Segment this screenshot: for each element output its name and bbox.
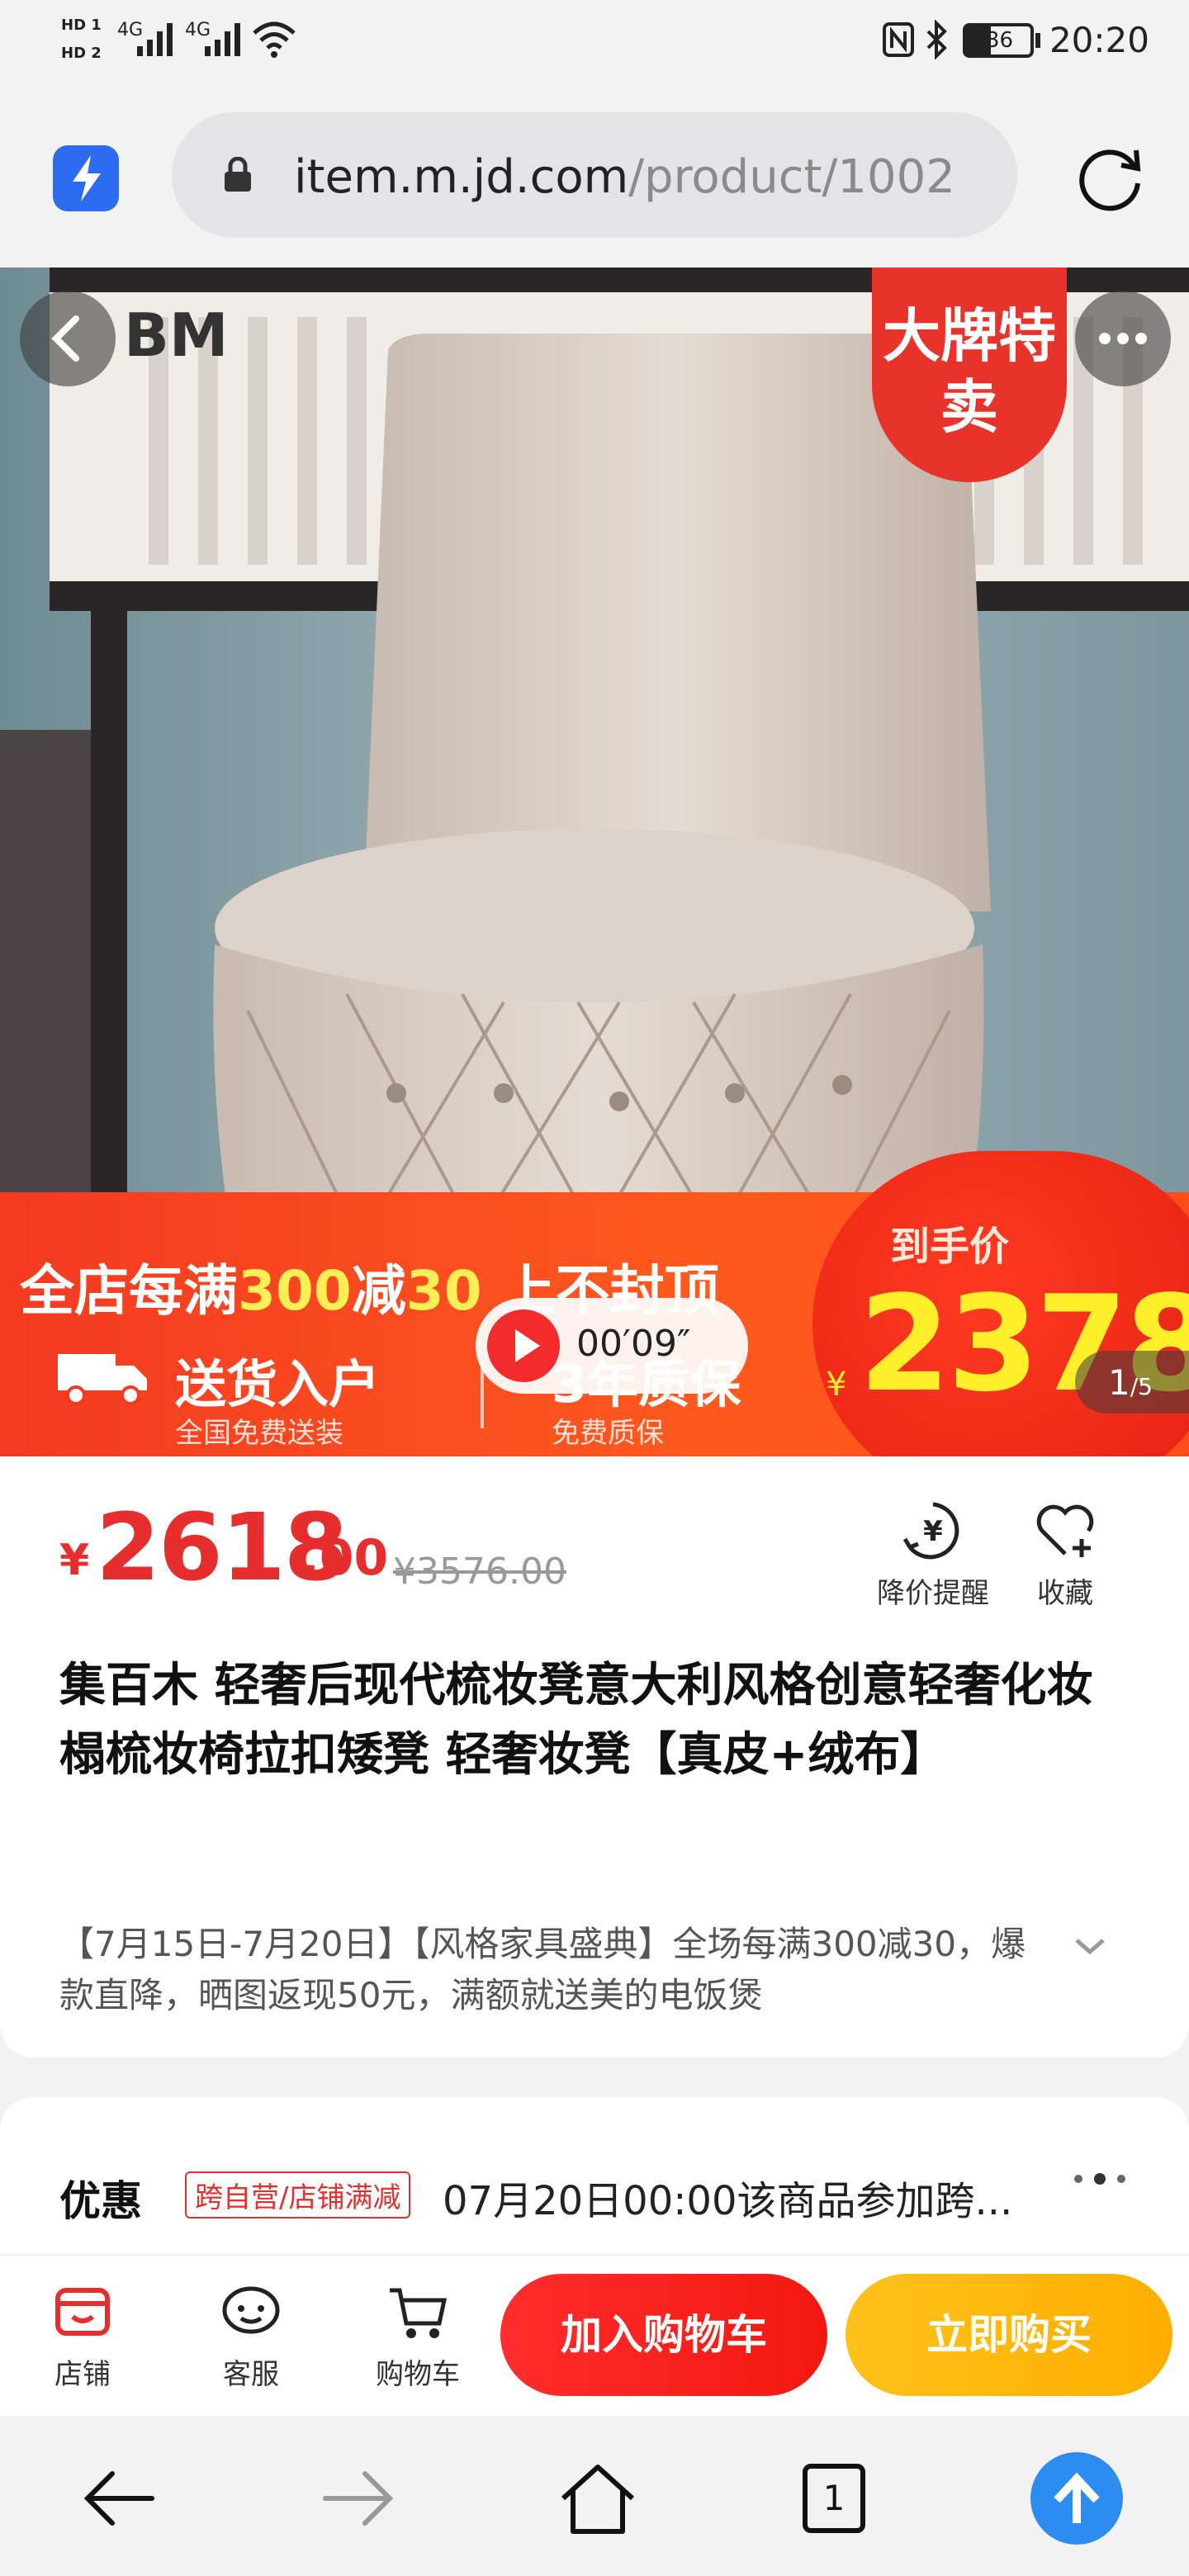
browser-logo-icon[interactable] bbox=[53, 145, 119, 211]
banner-text-b: 300 bbox=[238, 1259, 352, 1323]
final-price-currency: ¥ bbox=[826, 1366, 847, 1404]
product-info-card: ¥ 2618 .00 ¥3576.00 ¥ 降价提醒 收藏 集百木 轻奢后现代梳… bbox=[0, 1456, 1189, 2057]
buy-now-button[interactable]: 立即购买 bbox=[846, 2274, 1172, 2396]
sim2-label: HD 2 bbox=[61, 45, 102, 62]
chevron-down-icon[interactable] bbox=[1072, 1934, 1108, 1958]
tab-count: 1 bbox=[803, 2464, 865, 2533]
warranty-subtitle: 免费质保 bbox=[552, 1417, 664, 1450]
refresh-icon[interactable] bbox=[1070, 137, 1149, 216]
signal-icon bbox=[137, 23, 173, 56]
brand-sale-tag: 大牌特卖 bbox=[872, 268, 1067, 482]
original-price: ¥3576.00 bbox=[393, 1551, 566, 1593]
cart-label: 购物车 bbox=[376, 2358, 460, 2391]
image-page-indicator: 1/5 bbox=[1075, 1351, 1189, 1413]
video-duration: 00′09″ bbox=[576, 1323, 691, 1365]
coupon-badge: 跨自营/店铺满减 bbox=[185, 2171, 411, 2218]
url-host: item.m.jd.com bbox=[294, 150, 629, 204]
coupon-section[interactable]: 优惠 跨自营/店铺满减 07月20日00:00该商品参加跨... bbox=[0, 2097, 1189, 2262]
back-button[interactable] bbox=[20, 291, 116, 386]
shop-icon bbox=[55, 2288, 110, 2336]
bluetooth-icon bbox=[926, 20, 947, 59]
nfc-icon bbox=[883, 22, 914, 57]
chevron-left-icon bbox=[51, 315, 79, 362]
price-alert-label: 降价提醒 bbox=[877, 1577, 989, 1610]
price-alert-button[interactable]: ¥ 降价提醒 bbox=[859, 1499, 1007, 1611]
arrow-up-icon bbox=[1054, 2472, 1100, 2523]
purchase-action-bar: 店铺 客服 购物车 加入购物车 立即购买 bbox=[0, 2254, 1189, 2416]
add-to-cart-button[interactable]: 加入购物车 bbox=[500, 2274, 827, 2396]
url-field[interactable]: item.m.jd.com/product/1002 bbox=[172, 112, 1017, 238]
lock-icon bbox=[225, 157, 251, 192]
video-play-button[interactable]: 00′09″ bbox=[476, 1298, 748, 1394]
price-currency: ¥ bbox=[59, 1536, 90, 1585]
page-current: 1 bbox=[1108, 1362, 1130, 1403]
price-decimal: .00 bbox=[301, 1529, 389, 1587]
more-button[interactable] bbox=[1075, 291, 1171, 386]
menu-button[interactable] bbox=[1030, 2452, 1123, 2545]
browser-address-bar: item.m.jd.com/product/1002 bbox=[0, 83, 1189, 268]
url-text: item.m.jd.com/product/1002 bbox=[294, 150, 1004, 204]
coupon-label: 优惠 bbox=[59, 2177, 142, 2225]
shop-label: 店铺 bbox=[54, 2358, 111, 2391]
banner-text-d: 30 bbox=[405, 1259, 482, 1323]
forward-arrow-icon[interactable] bbox=[312, 2452, 405, 2545]
lightning-icon bbox=[73, 155, 101, 201]
battery-icon: 36 bbox=[963, 23, 1034, 58]
brand-watermark: BM bbox=[124, 301, 229, 370]
status-bar: HD 1 HD 2 4G 4G 36 20:20 bbox=[0, 0, 1189, 83]
signal-icon bbox=[205, 23, 240, 56]
delivery-subtitle: 全国免费送装 bbox=[175, 1417, 343, 1450]
delivery-title: 送货入户 bbox=[175, 1354, 381, 1414]
customer-service-icon bbox=[222, 2286, 280, 2334]
heart-plus-icon bbox=[1036, 1504, 1094, 1557]
battery-tip bbox=[1035, 33, 1040, 48]
product-promo-text: 【7月15日-7月20日】【风格家具盛典】全场每满300减30，爆款直降，晒图返… bbox=[59, 1924, 1026, 2015]
clock: 20:20 bbox=[1049, 20, 1149, 60]
service-tab[interactable]: 客服 bbox=[193, 2279, 309, 2392]
wifi-icon bbox=[253, 21, 296, 58]
truck-icon bbox=[58, 1354, 147, 1405]
coupon-text: 07月20日00:00该商品参加跨... bbox=[443, 2178, 1013, 2224]
cart-tab[interactable]: 购物车 bbox=[360, 2279, 476, 2392]
shop-tab[interactable]: 店铺 bbox=[25, 2279, 140, 2392]
page-total: /5 bbox=[1130, 1373, 1153, 1400]
price-alert-icon: ¥ bbox=[902, 1502, 959, 1560]
more-dots-icon[interactable] bbox=[1070, 2166, 1136, 2191]
url-path: /product/1002 bbox=[628, 150, 955, 204]
play-icon bbox=[487, 1309, 560, 1382]
service-label: 客服 bbox=[223, 2358, 279, 2391]
home-icon[interactable] bbox=[552, 2452, 644, 2545]
back-arrow-icon[interactable] bbox=[73, 2452, 165, 2545]
sim1-label: HD 1 bbox=[61, 17, 102, 34]
product-title: 集百木 轻奢后现代梳妆凳意大利风格创意轻奢化妆榻梳妆椅拉扣矮凳 轻奢妆凳【真皮+… bbox=[59, 1659, 1093, 1782]
favorite-button[interactable]: 收藏 bbox=[991, 1499, 1139, 1611]
final-price-label: 到手价 bbox=[890, 1224, 1010, 1270]
battery-level: 36 bbox=[986, 28, 1014, 53]
favorite-label: 收藏 bbox=[1037, 1577, 1093, 1610]
svg-text:¥: ¥ bbox=[923, 1515, 943, 1548]
more-dots-icon bbox=[1099, 333, 1147, 344]
tabs-button[interactable]: 1 bbox=[788, 2452, 880, 2545]
banner-text-c: 减 bbox=[351, 1259, 406, 1323]
browser-nav-bar: 1 bbox=[0, 2416, 1189, 2576]
cart-icon bbox=[390, 2288, 448, 2338]
product-image-carousel[interactable]: BM 大牌特卖 全店每满300减30 上不封顶 送货入户 全国免费送装 3年质保… bbox=[0, 268, 1189, 1456]
banner-text-a: 全店每满 bbox=[20, 1259, 238, 1323]
